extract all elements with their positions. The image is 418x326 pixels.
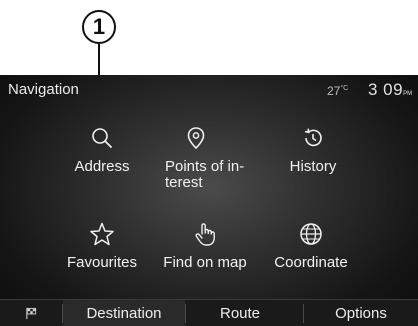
menu-item-points-of-interest[interactable]: Points of in- terest <box>153 125 253 205</box>
menu-item-coordinate[interactable]: Coordinate <box>251 221 371 301</box>
callout-number: 1 <box>82 10 116 44</box>
callout-label: 1 <box>92 14 106 39</box>
menu-item-points-of-interest-label: Points of in- terest <box>165 158 245 191</box>
menu-item-history[interactable]: History <box>253 125 373 205</box>
temperature-unit: °C <box>340 85 349 92</box>
star-icon <box>90 222 114 246</box>
clock: 3 09PM <box>368 80 412 100</box>
menu-item-coordinate-label: Coordinate <box>274 254 348 271</box>
menu-item-history-label: History <box>289 158 337 175</box>
navigation-screen: Navigation 27°C 3 09PM Address Points of… <box>0 75 418 326</box>
app-title: Navigation <box>8 81 79 98</box>
temperature: 27°C <box>327 84 348 98</box>
history-icon <box>304 128 322 147</box>
clock-ampm: PM <box>403 91 413 97</box>
temperature-value: 27 <box>327 84 341 98</box>
tab-flag[interactable] <box>0 300 62 326</box>
location-pin-icon <box>187 127 205 150</box>
menu-item-address-label: Address <box>74 158 130 175</box>
status-bar: Navigation 27°C 3 09PM <box>0 75 418 103</box>
hand-pointer-icon <box>195 223 215 246</box>
tab-bar: Destination Route Options <box>0 299 418 326</box>
globe-icon <box>300 223 322 245</box>
tab-destination[interactable]: Destination <box>63 300 185 326</box>
menu-item-address[interactable]: Address <box>42 125 162 205</box>
menu-item-find-on-map[interactable]: Find on map <box>145 221 265 301</box>
tab-route[interactable]: Route <box>186 300 294 326</box>
clock-time: 3 09 <box>368 80 404 99</box>
menu-item-favourites-label: Favourites <box>66 254 138 271</box>
menu-item-favourites[interactable]: Favourites <box>42 221 162 301</box>
tab-options[interactable]: Options <box>304 300 418 326</box>
flag-icon <box>25 307 36 320</box>
search-icon <box>92 128 112 148</box>
menu-item-find-on-map-label: Find on map <box>163 254 247 271</box>
